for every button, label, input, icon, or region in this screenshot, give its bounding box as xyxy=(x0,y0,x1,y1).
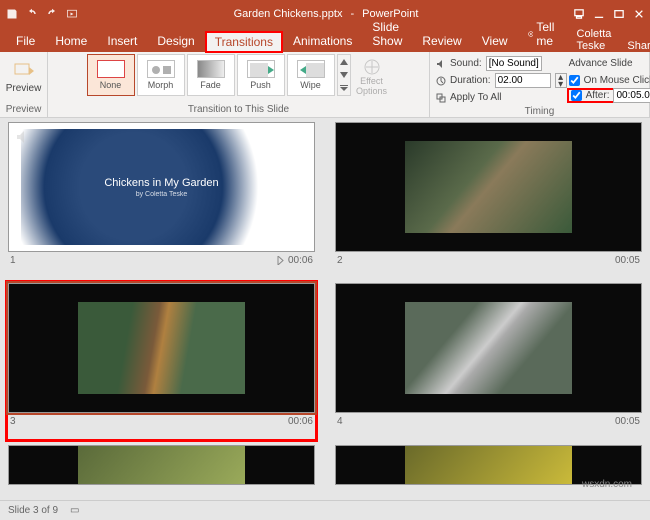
after-checkbox[interactable] xyxy=(571,90,582,101)
apply-to-all-button[interactable]: Apply To All xyxy=(436,90,567,105)
slide-thumb-4: 4 00:05 xyxy=(335,283,642,438)
duration-spinner[interactable]: ▴▾ xyxy=(555,73,567,88)
group-label-transition: Transition to This Slide xyxy=(188,103,289,115)
transition-fade[interactable]: Fade xyxy=(187,54,235,96)
transition-morph[interactable]: Morph xyxy=(137,54,185,96)
slide-title: Chickens in My Garden xyxy=(104,177,218,189)
on-mouse-click-checkbox[interactable] xyxy=(569,75,580,86)
undo-icon[interactable] xyxy=(26,8,38,20)
on-mouse-click-label: On Mouse Click xyxy=(584,75,650,86)
ribbon: Preview Preview None Morph Fade Push xyxy=(0,52,650,118)
preview-icon xyxy=(14,61,34,81)
tab-design[interactable]: Design xyxy=(147,30,204,52)
effect-options-button: Effect Options xyxy=(353,54,391,100)
slide-number: 1 xyxy=(10,255,16,266)
transition-icon xyxy=(276,256,285,265)
tab-tellme[interactable]: Tell me xyxy=(518,16,569,52)
duration-input[interactable] xyxy=(495,73,551,88)
slide-thumb-2: 2 00:05 xyxy=(335,122,642,277)
tab-slideshow[interactable]: Slide Show xyxy=(362,16,412,52)
maximize-icon[interactable] xyxy=(614,9,624,19)
advance-slide-label: Advance Slide xyxy=(569,56,650,71)
tab-transitions[interactable]: Transitions xyxy=(205,31,283,53)
duration-icon xyxy=(436,76,446,86)
slide-time: 00:05 xyxy=(615,255,640,266)
watermark: wsxdn.com xyxy=(582,479,632,490)
save-icon[interactable] xyxy=(6,8,18,20)
tab-review[interactable]: Review xyxy=(412,30,471,52)
slide-number: 3 xyxy=(10,416,16,427)
sound-icon xyxy=(436,59,446,69)
tab-home[interactable]: Home xyxy=(45,30,97,52)
status-bar: Slide 3 of 9 ▭ xyxy=(0,500,650,520)
after-input[interactable] xyxy=(613,88,650,103)
slide-sorter: Chickens in My Garden by Coletta Teske 1… xyxy=(0,118,650,500)
start-from-beginning-icon[interactable] xyxy=(66,8,78,20)
minimize-icon[interactable] xyxy=(594,9,604,19)
status-lang-icon[interactable]: ▭ xyxy=(70,505,79,516)
slide-thumb-1: Chickens in My Garden by Coletta Teske 1… xyxy=(8,122,315,277)
quick-access-toolbar xyxy=(6,8,78,20)
preview-button[interactable]: Preview xyxy=(7,54,41,100)
tab-insert[interactable]: Insert xyxy=(97,30,147,52)
account-name[interactable]: Coletta Teske xyxy=(569,28,620,52)
ribbon-options-icon[interactable] xyxy=(574,9,584,19)
slide-time: 00:06 xyxy=(288,416,313,427)
redo-icon[interactable] xyxy=(46,8,58,20)
tab-animations[interactable]: Animations xyxy=(283,30,362,52)
group-label-timing: Timing xyxy=(525,105,555,117)
transition-gallery-more[interactable] xyxy=(337,54,351,96)
effect-options-icon xyxy=(363,58,381,76)
apply-all-icon xyxy=(436,93,446,103)
transition-push[interactable]: Push xyxy=(237,54,285,96)
tab-view[interactable]: View xyxy=(472,30,518,52)
transition-none[interactable]: None xyxy=(87,54,135,96)
document-title: Garden Chickens.pptx xyxy=(234,8,343,20)
close-icon[interactable] xyxy=(634,9,644,19)
slide-time: 00:06 xyxy=(288,255,313,266)
tellme-icon xyxy=(528,29,534,39)
slide-thumb-5 xyxy=(8,445,315,496)
transition-wipe[interactable]: Wipe xyxy=(287,54,335,96)
sound-select[interactable] xyxy=(486,56,542,71)
group-label-preview: Preview xyxy=(6,103,42,115)
slide-thumb-3: 3 00:06 xyxy=(6,281,317,440)
ribbon-tabs: File Home Insert Design Transitions Anim… xyxy=(0,28,650,52)
tab-file[interactable]: File xyxy=(6,30,45,52)
duration-label: Duration: xyxy=(450,75,491,86)
share-button[interactable]: Share xyxy=(619,40,650,52)
slide-number: 4 xyxy=(337,416,343,427)
slide-subtitle: by Coletta Teske xyxy=(136,191,188,198)
slide-number: 2 xyxy=(337,255,343,266)
sound-label: Sound: xyxy=(450,58,482,69)
audio-icon xyxy=(15,129,31,145)
slide-time: 00:05 xyxy=(615,416,640,427)
status-slide-count: Slide 3 of 9 xyxy=(8,505,58,516)
after-label: After: xyxy=(586,90,610,101)
